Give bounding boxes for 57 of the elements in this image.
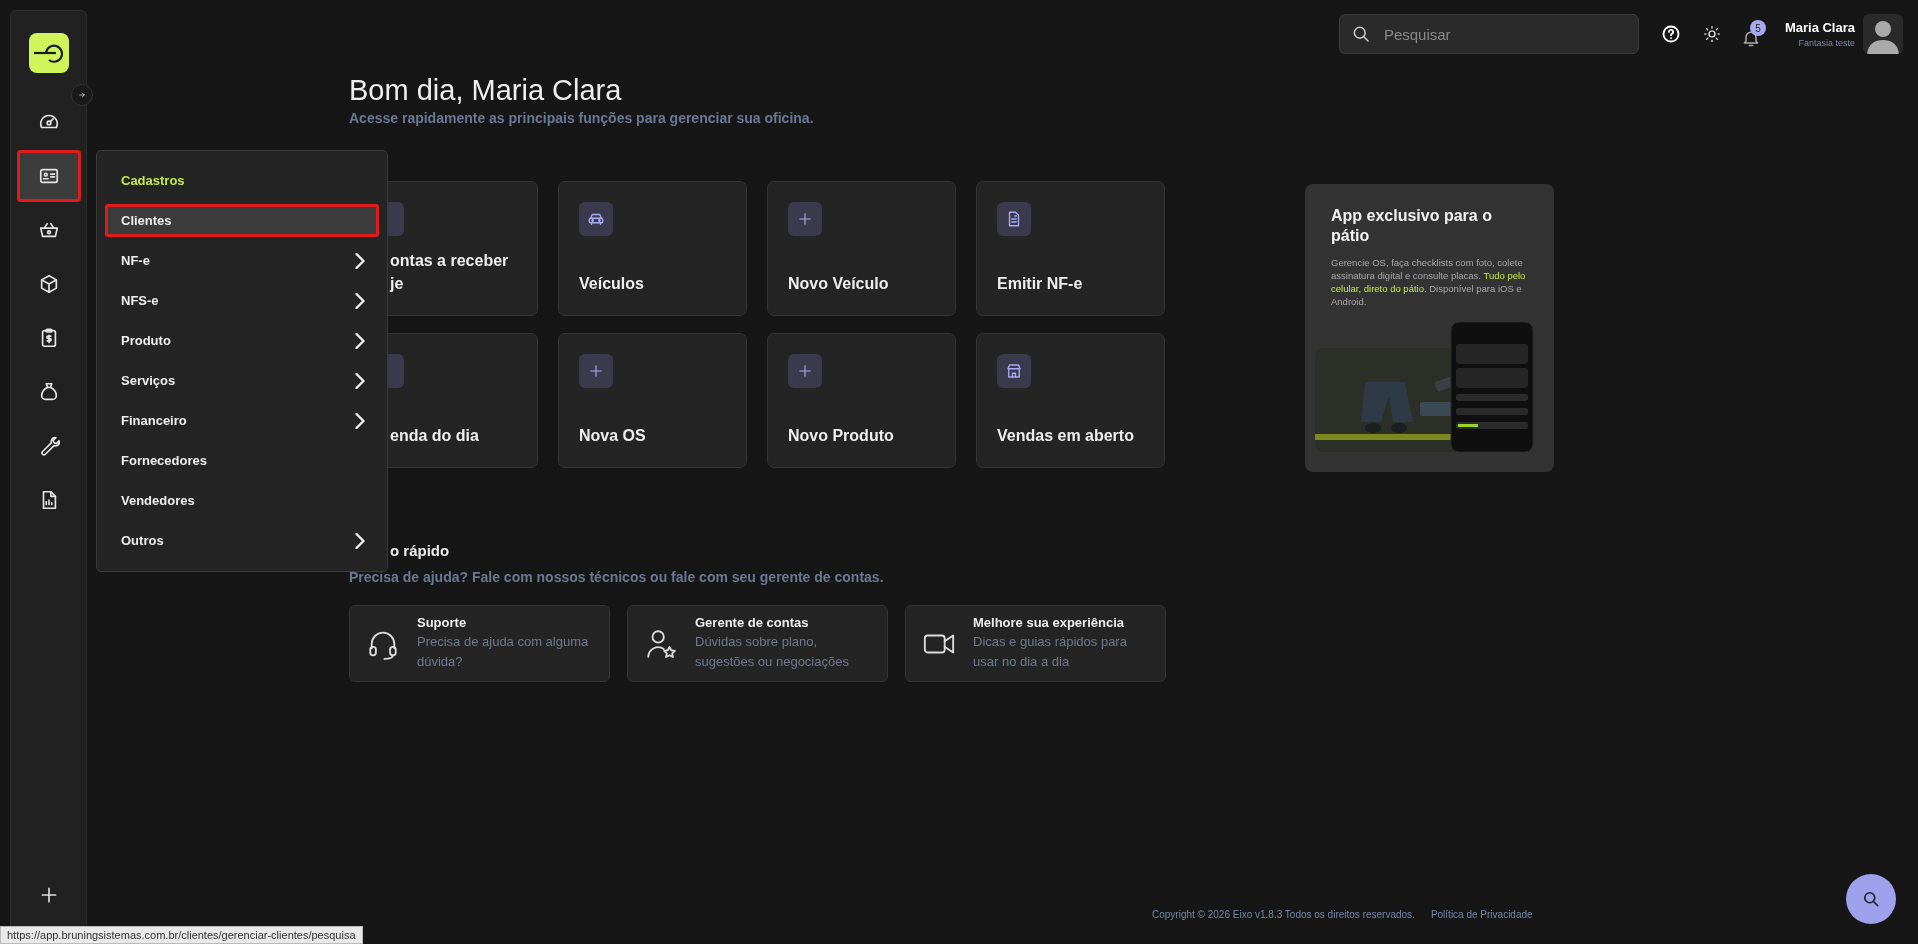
shortcut-title: Nova OS <box>579 426 647 446</box>
shortcut-title: enda do dia <box>389 426 480 446</box>
promo-text: Gerencie OS, faça checklists com foto, colete assinatura digital e consulte placas. Tudo pelo celular, direto do pátio. Disponível para iOS e Android. <box>1330 256 1527 308</box>
menu-item[interactable]: Vendedores <box>105 484 379 517</box>
user-star-icon <box>644 627 678 661</box>
contact-card[interactable]: Melhore sua experiência Dicas e guias rápidos para usar no dia a dia <box>905 605 1166 682</box>
status-url: https://app.bruningsistemas.com.br/clientes/gerenciar-clientes/pesquisa <box>0 926 363 944</box>
notification-button[interactable]: 5 <box>1740 20 1767 48</box>
shortcut-card[interactable]: Vendas em aberto <box>976 333 1165 468</box>
help-button[interactable] <box>1660 24 1681 44</box>
promo-title: App exclusivo para o pátio <box>1330 206 1493 246</box>
theme-button[interactable] <box>1702 25 1721 43</box>
contact-card[interactable]: Gerente de contas Dúvidas sobre plano, sugestões ou negociações <box>627 605 888 682</box>
menu-title: Cadastros <box>120 172 186 190</box>
contact-description: Dicas e guias rápidos para usar no dia a dia <box>973 633 1128 671</box>
store-icon <box>1005 362 1023 380</box>
menu-item[interactable]: Clientes <box>105 204 379 237</box>
shortcut-title: Novo Veículo <box>788 274 890 294</box>
copyright-text: Copyright © 2026 Eixo v1.8.3 Todos os direitos reservados. <box>1152 909 1415 920</box>
contact-description: Dúvidas sobre plano, sugestões ou negociações <box>695 633 850 671</box>
shortcut-card[interactable]: Novo Veículo <box>767 181 956 316</box>
contact-title: Gerente de contas <box>695 615 810 630</box>
logo-icon <box>28 33 69 73</box>
shortcut-card[interactable]: Veículos <box>558 181 747 316</box>
expand-button[interactable] <box>71 84 93 106</box>
sidebar-item[interactable] <box>16 150 81 202</box>
section-subtitle: Precisa de ajuda? Fale com nossos técnicos ou fale com seu gerente de contas. <box>349 569 885 585</box>
arrow-right-icon <box>78 89 86 101</box>
shortcut-title: Novo Produto <box>788 426 895 446</box>
section-title: o rápido <box>389 541 451 561</box>
shortcut-title: Emitir NF-e <box>997 274 1084 294</box>
shortcut-card[interactable]: Nova OS <box>558 333 747 468</box>
shortcut-card[interactable]: Emitir NF-e <box>976 181 1165 316</box>
shortcut-card[interactable]: Novo Produto <box>767 333 956 468</box>
greeting-title: Bom dia, Maria Clara <box>349 73 623 108</box>
menu-item[interactable]: Outros <box>105 524 379 557</box>
search-field[interactable]: Pesquisar <box>1338 14 1639 54</box>
user-name: Maria Clara <box>1784 20 1855 35</box>
plus-icon <box>587 362 605 380</box>
plus-icon <box>796 362 814 380</box>
sun-icon <box>1702 25 1721 43</box>
search-icon <box>1861 889 1881 909</box>
contact-card[interactable]: Suporte Precisa de ajuda com alguma dúvida? <box>349 605 610 682</box>
notification-badge: 5 <box>1749 20 1766 36</box>
shortcut-title: Vendas em aberto <box>997 426 1135 446</box>
greeting-subtitle: Acesse rapidamente as principais funções para gerenciar sua oficina. <box>349 110 815 126</box>
contact-title: Suporte <box>417 615 468 630</box>
shortcut-title: ontas a receber je <box>388 251 510 294</box>
shortcut-title: Veículos <box>579 274 645 294</box>
help-icon <box>1660 24 1681 44</box>
privacy-link[interactable]: Política de Privacidade <box>1430 909 1533 920</box>
plus-icon <box>796 210 814 228</box>
contact-description: Precisa de ajuda com alguma dúvida? <box>417 633 590 671</box>
search-button[interactable] <box>1846 874 1896 924</box>
company-name: Fantasia teste <box>1797 38 1855 48</box>
contact-title: Melhore sua experiência <box>973 615 1125 630</box>
avatar-icon[interactable] <box>1863 14 1903 54</box>
